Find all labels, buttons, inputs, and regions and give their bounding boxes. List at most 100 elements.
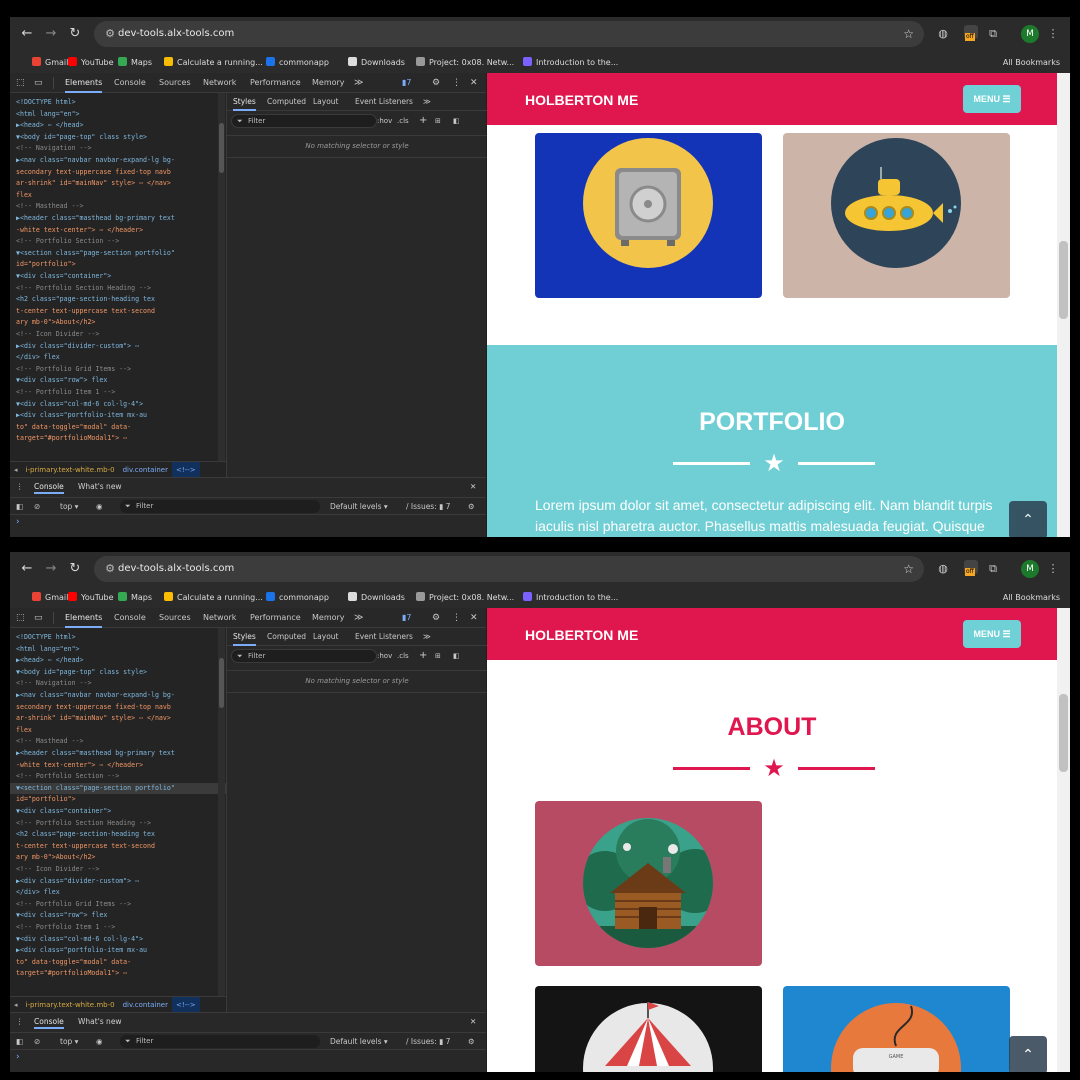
close-drawer-icon[interactable]: ✕	[470, 480, 476, 494]
dom-scrollbar[interactable]	[218, 628, 225, 998]
profile-avatar[interactable]: M	[1021, 560, 1039, 578]
tab-elements[interactable]: Elements	[65, 73, 103, 93]
clear-console-icon[interactable]: ⊘	[34, 1035, 40, 1049]
dom-node-line[interactable]: <!-- Portfolio Section Heading -->	[10, 818, 226, 830]
tab-sources[interactable]: Sources	[159, 73, 191, 93]
extensions-puzzle-icon[interactable]: ⧉	[984, 560, 1002, 578]
scroll-to-top-button[interactable]: ⌃	[1009, 501, 1047, 537]
bookmark-maps[interactable]: Maps	[118, 55, 152, 71]
styles-tab-styles[interactable]: Styles	[233, 93, 256, 111]
page-scrollbar[interactable]	[1057, 73, 1070, 537]
sidebar-toggle-icon[interactable]: ◧	[16, 1035, 23, 1049]
dom-node-line[interactable]: <h2 class="page-section-heading tex	[10, 294, 226, 306]
dom-node-line[interactable]: ▼<div class="container">	[10, 806, 226, 818]
console-prompt[interactable]: ›	[16, 1051, 20, 1063]
styles-tab-event-listeners[interactable]: Event Listeners	[355, 93, 413, 111]
portfolio-item-circus[interactable]	[535, 986, 762, 1072]
more-tabs-icon[interactable]: ≫	[354, 73, 363, 93]
dom-node-line[interactable]: <!-- Masthead -->	[10, 736, 226, 748]
console-settings-icon[interactable]: ⚙	[468, 500, 475, 514]
bookmark-commonapp[interactable]: commonapp	[266, 590, 329, 606]
dom-node-line[interactable]: </div> flex	[10, 352, 226, 364]
styles-tab-styles[interactable]: Styles	[233, 628, 256, 646]
drawer-tab-console[interactable]: Console	[34, 1015, 64, 1029]
dom-node-line[interactable]: <!-- Navigation -->	[10, 678, 226, 690]
dom-node-line[interactable]: <h2 class="page-section-heading tex	[10, 829, 226, 841]
bookmark-download[interactable]: Downloads	[348, 590, 405, 606]
dom-node-line[interactable]: <!-- Navigation -->	[10, 143, 226, 155]
dom-node-line[interactable]: secondary text-uppercase fixed-top navb	[10, 167, 226, 179]
clear-console-icon[interactable]: ⊘	[34, 500, 40, 514]
styles-filter-input[interactable]: ⏷ Filter	[231, 649, 377, 663]
styles-tab-event-listeners[interactable]: Event Listeners	[355, 628, 413, 646]
styles-tab-layout[interactable]: Layout	[313, 93, 339, 111]
all-bookmarks[interactable]: All Bookmarks	[1003, 55, 1060, 71]
brand-logo[interactable]: HOLBERTON ME	[525, 91, 638, 109]
dom-node-line[interactable]: </div> flex	[10, 887, 226, 899]
devtools-more-icon[interactable]: ⋮	[452, 608, 461, 628]
tab-memory[interactable]: Memory	[312, 608, 345, 628]
back-icon[interactable]: ←	[18, 25, 36, 43]
dom-node-line[interactable]: id="portfolio">	[10, 259, 226, 271]
bookmark-udemy[interactable]: Introduction to the...	[523, 590, 618, 606]
issues-badge[interactable]: ▮7	[402, 73, 412, 93]
dom-node-line[interactable]: <!-- Portfolio Section -->	[10, 771, 226, 783]
address-bar[interactable]: ⚙ dev-tools.alx-tools.com ☆	[94, 21, 924, 47]
dom-node-line[interactable]: ▼<div class="row"> flex	[10, 910, 226, 922]
bookmark-star-icon[interactable]: ☆	[903, 25, 914, 43]
console-filter-input[interactable]: ⏷ Filter	[120, 1035, 320, 1048]
element-state-icon[interactable]: ⊞	[435, 650, 441, 662]
dom-tree[interactable]: <!DOCTYPE html> <html lang="en"> ▶<head> ⋯…	[10, 628, 226, 998]
context-select[interactable]: top ▾	[60, 1035, 78, 1049]
more-menu-icon[interactable]: ⋮	[1044, 25, 1062, 43]
inspect-element-icon[interactable]: ⬚	[16, 73, 25, 93]
settings-gear-icon[interactable]: ⚙	[432, 73, 440, 93]
dom-node-line[interactable]: target="#portfolioModal1"> ⋯	[10, 968, 226, 980]
bookmark-youtube[interactable]: YouTube	[68, 590, 114, 606]
log-levels-select[interactable]: Default levels ▾	[330, 500, 388, 514]
dom-node-line[interactable]: t-center text-uppercase text-second	[10, 306, 226, 318]
dom-node-line[interactable]: ary mb-0">About</h2>	[10, 852, 226, 864]
sidebar-toggle-icon[interactable]: ◧	[16, 500, 23, 514]
back-icon[interactable]: ←	[18, 560, 36, 578]
bookmark-star-icon[interactable]: ☆	[903, 560, 914, 578]
breadcrumb-item[interactable]: i-primary.text-white.mb-0	[22, 462, 119, 477]
more-menu-icon[interactable]: ⋮	[1044, 560, 1062, 578]
dom-node-line[interactable]: <!DOCTYPE html>	[10, 632, 226, 644]
dom-node-line[interactable]: secondary text-uppercase fixed-top navb	[10, 702, 226, 714]
styles-filter-input[interactable]: ⏷ Filter	[231, 114, 377, 128]
dom-node-line[interactable]: <!-- Icon Divider -->	[10, 864, 226, 876]
drawer-tab-whats-new[interactable]: What's new	[78, 480, 122, 494]
cls-toggle[interactable]: .cls	[397, 115, 409, 127]
tab-network[interactable]: Network	[203, 73, 236, 93]
dom-node-line[interactable]: ▶<div class="divider-custom"> ⋯	[10, 876, 226, 888]
bookmark-gmail[interactable]: Gmail	[32, 590, 68, 606]
more-tabs-icon[interactable]: ≫	[354, 608, 363, 628]
profile-avatar[interactable]: M	[1021, 25, 1039, 43]
tab-elements[interactable]: Elements	[65, 608, 103, 628]
breadcrumb-item[interactable]: i-primary.text-white.mb-0	[22, 997, 119, 1012]
dom-node-line[interactable]: <!-- Icon Divider -->	[10, 329, 226, 341]
dom-node-line[interactable]: <!-- Portfolio Section -->	[10, 236, 226, 248]
new-rule-icon[interactable]: +	[419, 650, 427, 662]
forward-icon[interactable]: →	[42, 560, 60, 578]
close-devtools-icon[interactable]: ✕	[470, 608, 478, 628]
dom-node-line[interactable]: ar-shrink" id="mainNav" style> ⋯ </nav>	[10, 713, 226, 725]
breadcrumb-item[interactable]: <!-->	[171, 997, 200, 1012]
tab-network[interactable]: Network	[203, 608, 236, 628]
new-rule-icon[interactable]: +	[419, 115, 427, 127]
dom-node-line[interactable]: ▼<div class="row"> flex	[10, 375, 226, 387]
page-scrollbar[interactable]	[1057, 608, 1070, 1072]
console-prompt[interactable]: ›	[16, 516, 20, 528]
dom-node-line[interactable]: ▶<head> ⋯ </head>	[10, 120, 226, 132]
reload-icon[interactable]: ↻	[66, 560, 84, 578]
menu-button[interactable]: MENU ☰	[963, 620, 1021, 648]
bookmark-youtube[interactable]: YouTube	[68, 55, 114, 71]
dom-node-line[interactable]: <!DOCTYPE html>	[10, 97, 226, 109]
dom-node-line[interactable]: <html lang="en">	[10, 109, 226, 121]
dom-node-line[interactable]: <!-- Portfolio Grid Items -->	[10, 899, 226, 911]
extension-off-icon[interactable]: off	[964, 25, 980, 41]
log-levels-select[interactable]: Default levels ▾	[330, 1035, 388, 1049]
bookmark-drive[interactable]: Calculate a running...	[164, 590, 263, 606]
hov-toggle[interactable]: :hov	[377, 650, 392, 662]
